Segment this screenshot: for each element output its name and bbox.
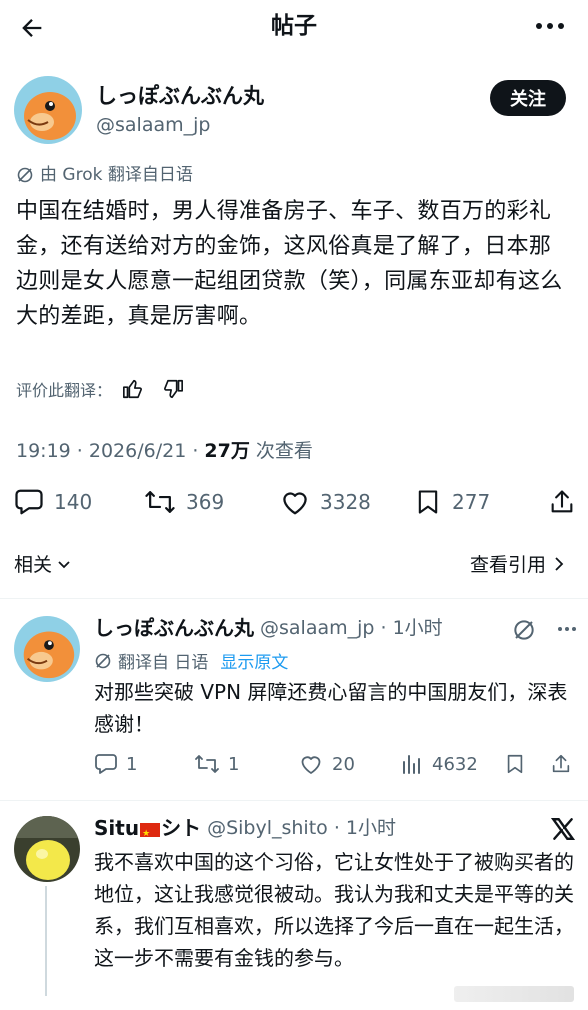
author-handle[interactable]: @salaam_jp (96, 112, 210, 138)
related-dropdown[interactable]: 相关 (14, 550, 72, 577)
heart-icon (283, 492, 307, 515)
views-count: 27万 (204, 440, 250, 462)
page-title: 帖子 (271, 13, 317, 39)
grok-icon (514, 620, 534, 640)
translation-notice: 由 Grok 翻译自日语 (16, 163, 193, 187)
view-quotes-label: 查看引用 (470, 554, 547, 576)
more-dots-icon (558, 627, 576, 631)
rate-translation-label: 评价此翻译： (16, 381, 113, 400)
show-original-link[interactable]: 显示原文 (220, 648, 288, 673)
reply2-author-suffix: シト (161, 816, 202, 840)
x-logo-icon (550, 818, 576, 840)
more-dots-icon (536, 23, 564, 29)
reply-count: 140 (54, 490, 93, 514)
reply1-translation-notice: 翻译自 日语 显示原文 (94, 648, 288, 673)
divider (0, 800, 588, 801)
repost-icon (145, 491, 175, 513)
reply-icon (15, 489, 43, 515)
thread-line (45, 886, 47, 996)
reply1-repost-button[interactable]: 1 (194, 752, 239, 776)
reply1-like-button[interactable]: 20 (298, 752, 355, 776)
reply2-author-name[interactable]: Situ シト (94, 814, 202, 848)
reply1-share-button[interactable] (550, 752, 572, 776)
watermark (454, 986, 574, 1002)
repost-count: 369 (186, 490, 225, 514)
reply1-more-button[interactable] (556, 618, 578, 640)
related-label: 相关 (14, 554, 53, 576)
chevron-right-icon (555, 556, 564, 571)
reply2-avatar[interactable] (14, 816, 80, 882)
share-button[interactable] (548, 480, 576, 524)
reply2-meta: @Sibyl_shito · 1小时 (207, 817, 396, 839)
translation-notice-text: 由 Grok 翻译自日语 (40, 165, 193, 185)
thumbs-up-icon[interactable] (122, 378, 144, 400)
divider (0, 598, 588, 599)
lemon-avatar-icon (14, 816, 80, 882)
bookmark-icon (418, 490, 438, 514)
views-label: 次查看 (249, 440, 313, 462)
reply1-views-count: 4632 (432, 753, 478, 775)
reply1-translated-from: 翻译自 日语 (118, 653, 209, 673)
charmander-avatar-icon (14, 76, 82, 144)
post-actions: 140 369 3328 277 (0, 480, 588, 524)
reply1-meta: @salaam_jp · 1小时 (260, 617, 443, 639)
reply1-reply-count: 1 (126, 753, 138, 775)
reply1-bookmark-button[interactable] (504, 752, 526, 776)
repost-button[interactable]: 369 (144, 480, 224, 524)
thumbs-down-icon[interactable] (162, 378, 184, 400)
more-button[interactable] (530, 12, 570, 40)
bookmark-count: 277 (452, 490, 491, 514)
charmander-avatar-icon (14, 616, 80, 682)
reply-button[interactable]: 140 (14, 480, 92, 524)
reply1-like-count: 20 (332, 753, 355, 775)
china-flag-icon (140, 820, 161, 848)
repost-icon (195, 755, 219, 773)
view-quotes-link[interactable]: 查看引用 (470, 550, 566, 577)
grok-icon (17, 167, 33, 183)
x-logo (550, 816, 576, 842)
reply2-text: 我不喜欢中国的这个习俗，它让女性处于了被购买者的地位，这让我感觉很被动。我认为我… (94, 850, 574, 970)
like-button[interactable]: 3328 (280, 480, 371, 524)
reply1-repost-count: 1 (228, 753, 240, 775)
post-time: 19:19 · 2026/6/21 · (16, 440, 205, 462)
reply1-views-button[interactable]: 4632 (400, 752, 478, 776)
like-count: 3328 (320, 490, 371, 514)
analytics-icon (403, 755, 420, 774)
rate-translation: 评价此翻译： (16, 377, 184, 401)
share-icon (551, 490, 573, 513)
chevron-down-icon (58, 560, 70, 568)
author-name[interactable]: しっぽぶんぶん丸 (96, 82, 264, 110)
reply-icon (95, 754, 117, 774)
reply2-header: Situ シト @Sibyl_shito · 1小时 (94, 814, 396, 848)
reply1-text: 对那些突破 VPN 屏障还费心留言的中国朋友们，深表感谢！ (94, 680, 568, 736)
grok-icon (95, 653, 111, 668)
share-icon (552, 754, 570, 773)
post-meta: 19:19 · 2026/6/21 · 27万 次查看 (16, 436, 313, 463)
reply2-author-prefix: Situ (94, 816, 140, 840)
reply1-author-name[interactable]: しっぽぶんぶん丸 (94, 614, 254, 642)
bookmark-button[interactable]: 277 (414, 480, 490, 524)
follow-button[interactable]: 关注 (490, 80, 566, 116)
reply1-reply-button[interactable]: 1 (94, 752, 137, 776)
reply1-grok-button[interactable] (512, 618, 536, 642)
post-text: 中国在结婚时，男人得准备房子、车子、数百万的彩礼金，还有送给对方的金饰，这风俗真… (16, 199, 563, 329)
bookmark-icon (507, 754, 523, 774)
reply1-header: しっぽぶんぶん丸 @salaam_jp · 1小时 (94, 614, 443, 642)
avatar[interactable] (14, 76, 82, 144)
heart-icon (301, 756, 321, 774)
reply1-avatar[interactable] (14, 616, 80, 682)
